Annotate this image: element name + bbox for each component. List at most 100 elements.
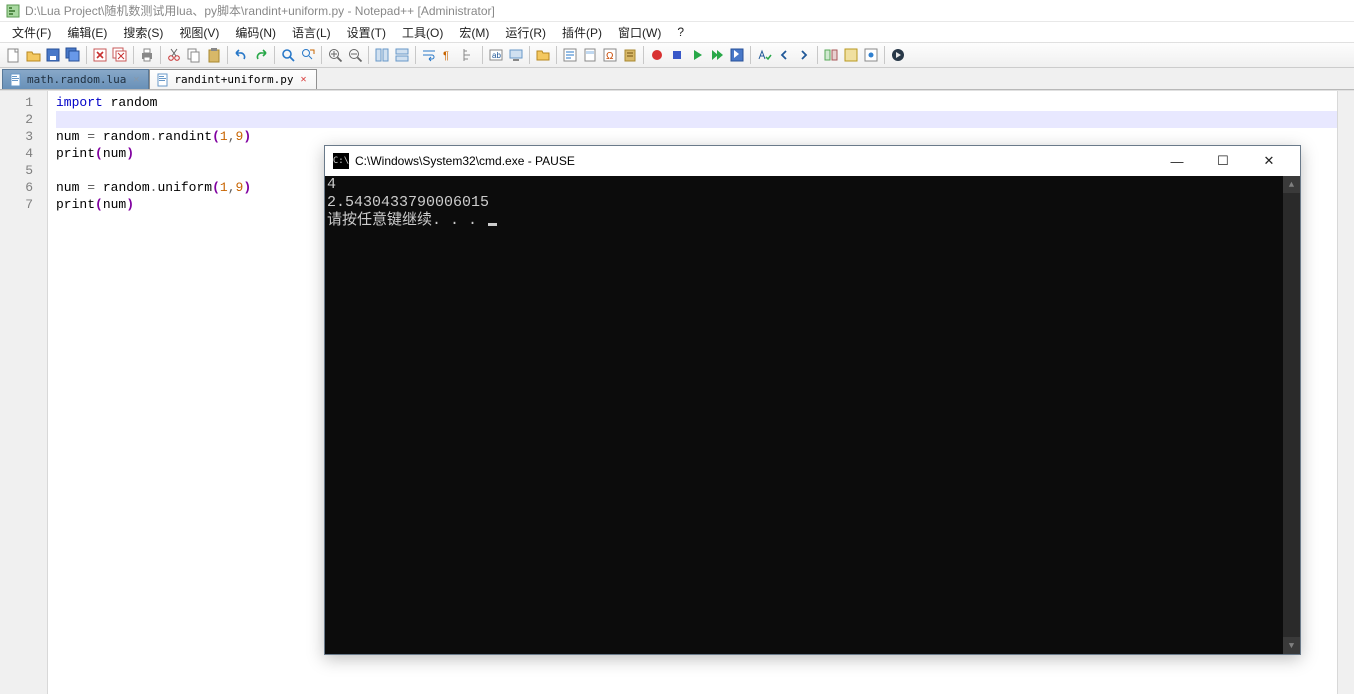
line-number: 2 (0, 111, 47, 128)
toolbar-macro-save-button[interactable] (727, 45, 747, 65)
tab-close-icon[interactable]: ✕ (298, 74, 310, 86)
line-number-gutter: 1234567 (0, 91, 48, 694)
toolbar-separator (529, 46, 530, 64)
toolbar-lang-button[interactable]: ab (486, 45, 506, 65)
menu-item-8[interactable]: 宏(M) (451, 22, 497, 43)
toolbar-sync-v-button[interactable] (372, 45, 392, 65)
toolbar-separator (556, 46, 557, 64)
file-tabs: math.random.lua ✕ randint+uniform.py ✕ (0, 68, 1354, 90)
toolbar-compare-button[interactable] (821, 45, 841, 65)
cmd-line: 2.5430433790006015 (327, 194, 1298, 212)
toolbar-replace-button[interactable] (298, 45, 318, 65)
menu-item-6[interactable]: 设置(T) (339, 22, 394, 43)
toolbar-separator (133, 46, 134, 64)
menu-item-0[interactable]: 文件(F) (4, 22, 59, 43)
menu-item-2[interactable]: 搜索(S) (115, 22, 171, 43)
toolbar-macro-stop-button[interactable] (667, 45, 687, 65)
toolbar-bookmark-button[interactable] (861, 45, 881, 65)
toolbar-macro-play-multi-button[interactable] (707, 45, 727, 65)
toolbar-zoom-in-button[interactable] (325, 45, 345, 65)
title-bar: D:\Lua Project\随机数测试用lua、py脚本\randint+un… (0, 0, 1354, 22)
toolbar-save-button[interactable] (43, 45, 63, 65)
toolbar-spell-button[interactable] (754, 45, 774, 65)
line-number: 4 (0, 145, 47, 162)
tab-label: randint+uniform.py (174, 73, 293, 86)
menu-item-10[interactable]: 插件(P) (554, 22, 610, 43)
toolbar-macro-play-button[interactable] (687, 45, 707, 65)
toolbar-separator (321, 46, 322, 64)
code-line[interactable]: import random (56, 94, 1346, 111)
toolbar-undo-button[interactable] (231, 45, 251, 65)
toolbar-doc-map-button[interactable] (580, 45, 600, 65)
cmd-cursor (488, 223, 497, 226)
cmd-window: C:\ C:\Windows\System32\cmd.exe - PAUSE … (324, 145, 1301, 655)
line-number: 7 (0, 196, 47, 213)
toolbar-new-button[interactable] (3, 45, 23, 65)
toolbar-wrap-button[interactable] (419, 45, 439, 65)
tab-close-icon[interactable]: ✕ (130, 74, 142, 86)
cmd-title-bar[interactable]: C:\ C:\Windows\System32\cmd.exe - PAUSE … (325, 146, 1300, 176)
toolbar-separator (884, 46, 885, 64)
toolbar-print-button[interactable] (137, 45, 157, 65)
scroll-down-button[interactable]: ▼ (1283, 637, 1300, 654)
menu-bar: 文件(F)编辑(E)搜索(S)视图(V)编码(N)语言(L)设置(T)工具(O)… (0, 22, 1354, 42)
tab-label: math.random.lua (27, 73, 126, 86)
toolbar-find-button[interactable] (278, 45, 298, 65)
toolbar-spell-next-button[interactable] (794, 45, 814, 65)
minimize-button[interactable]: — (1154, 146, 1200, 176)
toolbar-separator (482, 46, 483, 64)
toolbar-indent-guide-button[interactable] (459, 45, 479, 65)
cmd-output[interactable]: 42.5430433790006015请按任意键继续. . . ▲ ▼ (325, 176, 1300, 654)
toolbar-separator (86, 46, 87, 64)
toolbar-separator (368, 46, 369, 64)
toolbar-misc1-button[interactable] (841, 45, 861, 65)
toolbar-char-panel-button[interactable]: Ω (600, 45, 620, 65)
menu-item-9[interactable]: 运行(R) (497, 22, 554, 43)
file-tab-0[interactable]: math.random.lua ✕ (2, 69, 149, 89)
code-line[interactable] (56, 111, 1346, 128)
toolbar: ¶ ab Ω (0, 42, 1354, 68)
toolbar-close-button[interactable] (90, 45, 110, 65)
menu-item-3[interactable]: 视图(V) (171, 22, 227, 43)
toolbar-all-chars-button[interactable]: ¶ (439, 45, 459, 65)
file-tab-1[interactable]: randint+uniform.py ✕ (149, 69, 316, 89)
toolbar-copy-button[interactable] (184, 45, 204, 65)
toolbar-zoom-out-button[interactable] (345, 45, 365, 65)
svg-text:ab: ab (492, 51, 501, 60)
line-number: 3 (0, 128, 47, 145)
code-line[interactable]: num = random.randint(1,9) (56, 128, 1346, 145)
toolbar-doc-monitor-button[interactable] (506, 45, 526, 65)
close-button[interactable]: ✕ (1246, 146, 1292, 176)
editor-scrollbar[interactable] (1337, 91, 1354, 694)
file-icon (9, 73, 23, 87)
menu-item-11[interactable]: 窗口(W) (610, 22, 669, 43)
toolbar-separator (274, 46, 275, 64)
scroll-up-button[interactable]: ▲ (1283, 176, 1300, 193)
file-icon (156, 73, 170, 87)
menu-item-1[interactable]: 编辑(E) (59, 22, 115, 43)
menu-item-7[interactable]: 工具(O) (394, 22, 451, 43)
menu-item-5[interactable]: 语言(L) (284, 22, 339, 43)
cmd-line: 请按任意键继续. . . (327, 212, 1298, 230)
cmd-scrollbar[interactable]: ▲ ▼ (1283, 176, 1300, 654)
menu-item-4[interactable]: 编码(N) (227, 22, 284, 43)
toolbar-clipboard-history-button[interactable] (620, 45, 640, 65)
toolbar-sync-h-button[interactable] (392, 45, 412, 65)
toolbar-open-button[interactable] (23, 45, 43, 65)
toolbar-cut-button[interactable] (164, 45, 184, 65)
toolbar-close-all-button[interactable] (110, 45, 130, 65)
toolbar-paste-button[interactable] (204, 45, 224, 65)
toolbar-run-button[interactable] (888, 45, 908, 65)
cmd-line: 4 (327, 176, 1298, 194)
app-icon (6, 4, 20, 18)
cmd-title: C:\Windows\System32\cmd.exe - PAUSE (355, 154, 1154, 168)
toolbar-separator (227, 46, 228, 64)
toolbar-redo-button[interactable] (251, 45, 271, 65)
toolbar-func-list-button[interactable] (560, 45, 580, 65)
toolbar-save-all-button[interactable] (63, 45, 83, 65)
toolbar-macro-record-button[interactable] (647, 45, 667, 65)
maximize-button[interactable]: ☐ (1200, 146, 1246, 176)
menu-item-12[interactable]: ? (669, 23, 692, 41)
toolbar-folder-button[interactable] (533, 45, 553, 65)
toolbar-spell-prev-button[interactable] (774, 45, 794, 65)
